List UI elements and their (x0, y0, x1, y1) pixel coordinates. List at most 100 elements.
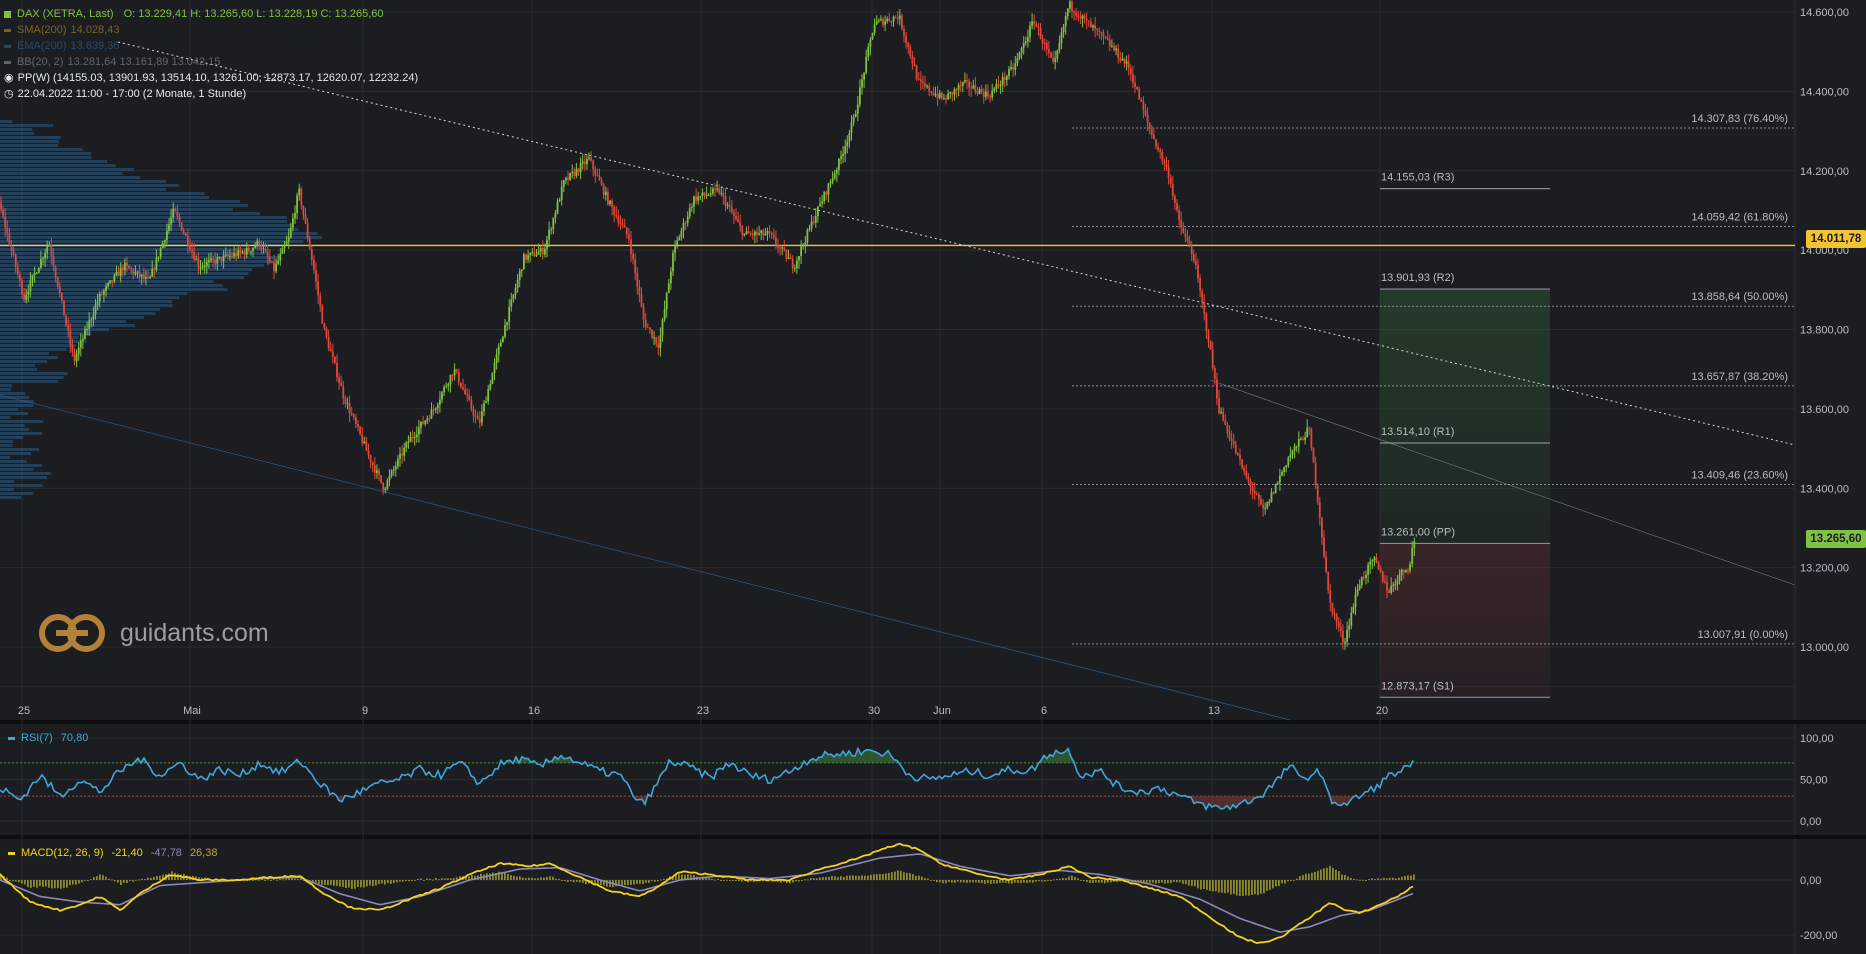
candle-down (1129, 67, 1132, 75)
macd-histogram-bar (69, 880, 71, 886)
rsi-legend[interactable]: RSI(7) 70,80 (8, 732, 88, 744)
macd-histogram-bar (1332, 867, 1334, 880)
candle-up (35, 273, 38, 275)
candle-down (1083, 15, 1086, 19)
macd-histogram-bar (456, 877, 458, 880)
candle-up (409, 437, 412, 443)
price-tick-label: 14.600,00 (1800, 7, 1849, 19)
candle-down (976, 91, 979, 94)
macd-histogram-bar (954, 880, 956, 883)
macd-histogram-bar (525, 878, 527, 880)
instrument-name: DAX (XETRA, Last) (17, 8, 114, 20)
candle-down (355, 417, 357, 424)
candle-up (571, 171, 574, 174)
macd-histogram-bar (984, 880, 986, 884)
rsi-tick-label: 50,00 (1800, 775, 1828, 787)
price-tick-label: 13.000,00 (1800, 642, 1849, 654)
candle-down (130, 268, 133, 270)
macd-histogram-bar (1317, 870, 1319, 880)
volume-profile-bar (0, 384, 12, 387)
candle-up (1024, 41, 1027, 44)
candle-down (1043, 42, 1046, 44)
candle-up (445, 386, 448, 388)
macd-histogram-bar (1206, 880, 1208, 890)
volume-profile-bar (0, 164, 116, 167)
macd-histogram-bar (1146, 880, 1148, 883)
macd-legend[interactable]: MACD(12, 26, 9) -21,40 -47,78 26,38 (8, 847, 217, 859)
candle-up (831, 178, 834, 182)
candle-up (1031, 21, 1033, 26)
candle-up (287, 236, 290, 242)
macd-histogram-bar (141, 878, 143, 880)
candle-down (1174, 195, 1176, 204)
volume-profile-bar (0, 136, 61, 139)
candle-down (271, 261, 273, 263)
macd-histogram-bar (6, 877, 8, 880)
candle-up (96, 301, 99, 306)
volume-profile-bar (0, 132, 35, 135)
macd-histogram-bar (399, 880, 401, 882)
candle-down (1327, 571, 1330, 592)
chart-canvas[interactable]: 14.307,83 (76.40%) 14.059,42 (61.80%) 13.8… (0, 0, 1866, 954)
macd-histogram-bar (1314, 871, 1316, 880)
candle-down (178, 216, 181, 223)
candle-down (611, 200, 613, 208)
candle-up (1018, 52, 1021, 59)
macd-histogram-bar (1380, 878, 1382, 880)
legend-ema-row[interactable]: EMA(200) 13.639,36 (4, 38, 418, 54)
candle-down (1329, 591, 1332, 603)
volume-profile-bar (0, 224, 294, 227)
candle-down (1148, 122, 1151, 130)
candle-down (951, 92, 954, 95)
macd-histogram-bar (939, 880, 941, 883)
volume-profile-bar (0, 460, 27, 463)
rsi-tick-label: 0,00 (1800, 816, 1821, 828)
candle-up (1001, 76, 1004, 85)
macd-histogram-bar (540, 877, 542, 880)
legend-bb-row[interactable]: BB(20, 2) 13.281,64 13.161,89 13.042,15 (4, 54, 418, 70)
macd-histogram-bar (1236, 880, 1238, 896)
candle-down (468, 395, 471, 400)
candle-down (756, 231, 758, 235)
legend-pp-row[interactable]: ◉ PP(W) (14155.03, 13901.93, 13514.10, 1… (4, 70, 418, 86)
macd-histogram-bar (735, 880, 737, 881)
candle-up (281, 248, 284, 254)
macd-histogram-bar (990, 880, 992, 884)
candle-down (632, 253, 634, 260)
candle-down (1098, 30, 1101, 32)
candle-up (565, 177, 567, 181)
macd-histogram-bar (867, 875, 869, 880)
candle-up (166, 230, 168, 241)
macd-histogram-bar (876, 874, 878, 880)
macd-histogram-bar (1026, 880, 1028, 884)
legend-sma-row[interactable]: SMA(200) 14.028,43 (4, 22, 418, 38)
candle-down (598, 175, 601, 181)
macd-histogram-bar (1341, 874, 1343, 880)
candle-down (220, 256, 223, 262)
macd-histogram-bar (1155, 880, 1157, 884)
candle-up (420, 421, 422, 428)
macd-histogram-bar (159, 875, 161, 880)
macd-histogram-bar (48, 880, 50, 888)
macd-histogram-bar (933, 880, 935, 881)
candle-down (1134, 82, 1136, 87)
candle-down (770, 232, 773, 235)
candle-up (999, 84, 1002, 86)
macd-histogram-bar (1395, 878, 1397, 880)
candle-down (1132, 74, 1134, 83)
candle-down (16, 266, 19, 275)
candle-up (495, 354, 498, 364)
candle-up (569, 173, 571, 180)
candle-down (126, 262, 128, 266)
candle-up (586, 158, 588, 165)
candle-up (604, 191, 607, 196)
candle-down (1136, 86, 1138, 90)
macd-histogram-bar (405, 880, 407, 881)
macd-histogram-bar (1269, 880, 1271, 890)
candle-down (567, 177, 569, 180)
macd-tick-label: 0,00 (1800, 875, 1821, 887)
candle-up (693, 196, 695, 207)
macd-histogram-bar (1101, 880, 1103, 883)
macd-histogram-bar (1392, 877, 1394, 880)
candle-down (323, 323, 326, 329)
